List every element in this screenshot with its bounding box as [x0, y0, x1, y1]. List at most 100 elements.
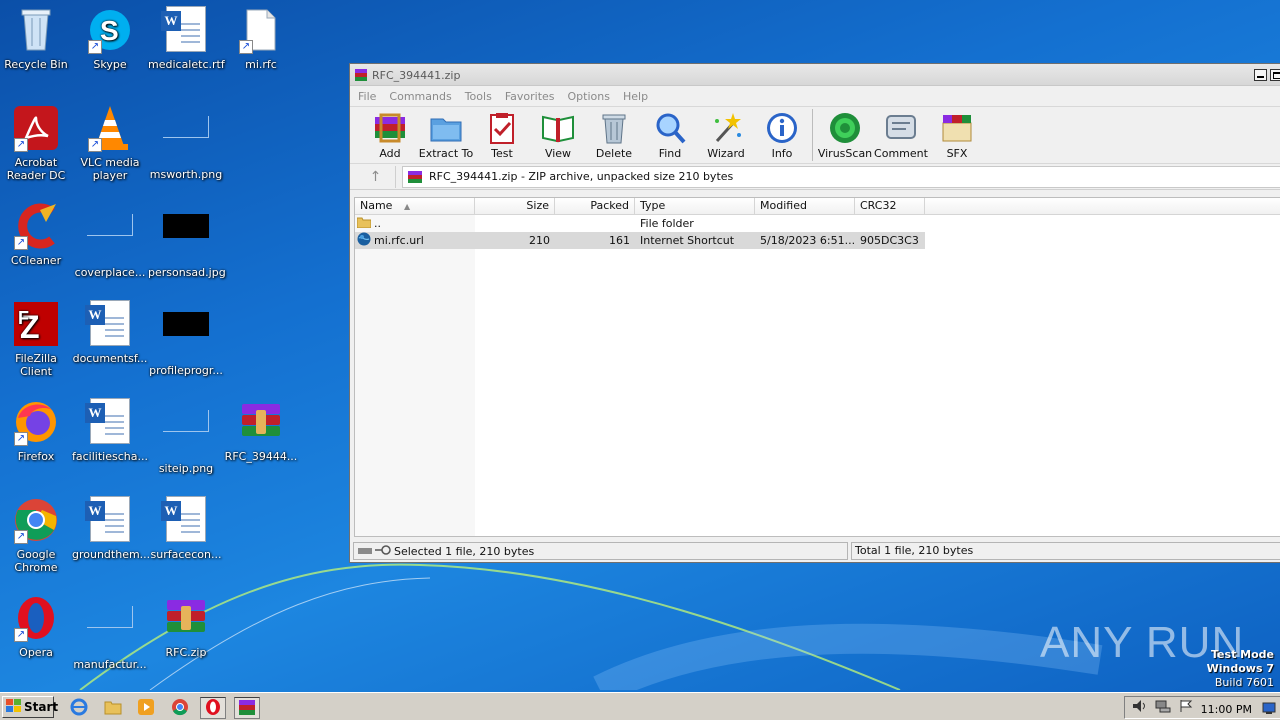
word-document-icon: W [85, 398, 134, 446]
desktop-icon-firefox[interactable]: ↗ Firefox [0, 398, 74, 463]
menu-commands[interactable]: Commands [389, 90, 451, 103]
winrar-app-icon [354, 68, 368, 82]
column-header-packed[interactable]: Packed [555, 198, 635, 214]
desktop-icon-siteip[interactable]: siteip.png [148, 398, 224, 475]
menu-file[interactable]: File [358, 90, 376, 103]
clock[interactable]: 11:00 PM [1201, 703, 1252, 716]
menu-tools[interactable]: Tools [465, 90, 492, 103]
desktop-icon-msworth[interactable]: msworth.png [148, 104, 224, 181]
column-header-type[interactable]: Type [635, 198, 755, 214]
taskbar-explorer-button[interactable] [100, 697, 126, 719]
speaker-icon[interactable] [1131, 699, 1147, 716]
folder-icon [104, 699, 122, 718]
comment-icon [884, 111, 918, 145]
desktop-icon-recycle-bin[interactable]: Recycle Bin [0, 6, 74, 71]
winrar-archive-icon [237, 398, 285, 446]
desktop-icon-skype[interactable]: S ↗ Skype [72, 6, 148, 71]
delete-button[interactable]: Delete [586, 107, 642, 160]
start-button[interactable]: Start [2, 696, 58, 718]
desktop-icon-label: FileZilla Client [15, 352, 57, 378]
opera-icon [204, 698, 222, 719]
globe-icon [357, 232, 371, 249]
desktop-icon-chrome[interactable]: ↗ Google Chrome [0, 496, 74, 574]
desktop-icon-profileprogr[interactable]: profileprogr... [148, 300, 224, 377]
chrome-icon [171, 698, 189, 719]
file-type: File folder [640, 217, 694, 230]
window-title: RFC_394441.zip [372, 69, 461, 82]
image-thumbnail-icon [162, 312, 210, 360]
minimize-button[interactable] [1254, 69, 1267, 81]
maximize-button[interactable] [1270, 69, 1280, 81]
table-row[interactable]: .. File folder [355, 215, 1280, 232]
file-type: Internet Shortcut [640, 234, 735, 247]
desktop-icon-label: mi.rfc [245, 58, 277, 71]
archive-path-field[interactable]: RFC_394441.zip - ZIP archive, unpacked s… [402, 165, 1280, 188]
window-titlebar[interactable]: RFC_394441.zip [350, 64, 1280, 86]
column-header-crc32[interactable]: CRC32 [855, 198, 925, 214]
winrar-window[interactable]: RFC_394441.zip File Commands Tools Favor… [349, 63, 1280, 563]
status-total-text: Total 1 file, 210 bytes [851, 542, 1280, 560]
info-icon [765, 111, 799, 145]
taskbar-media-button[interactable] [133, 697, 159, 719]
image-file-icon [162, 410, 210, 458]
taskbar: Start 11:00 PM [0, 692, 1280, 720]
desktop-icon-ccleaner[interactable]: ↗ CCleaner [0, 202, 74, 267]
comment-button[interactable]: Comment [873, 107, 929, 160]
find-button[interactable]: Find [642, 107, 698, 160]
view-button[interactable]: View [530, 107, 586, 160]
test-button[interactable]: Test [474, 107, 530, 160]
taskbar-ie-button[interactable] [66, 697, 92, 719]
drive-icon[interactable] [358, 545, 372, 558]
info-button[interactable]: Info [754, 107, 810, 160]
file-list[interactable]: Name ▲ Size Packed Type Modified CRC32 .… [354, 197, 1280, 537]
column-header-size[interactable]: Size [475, 198, 555, 214]
column-header-modified[interactable]: Modified [755, 198, 855, 214]
desktop-icon-manufactur[interactable]: manufactur... [72, 594, 148, 671]
extract-to-button[interactable]: Extract To [418, 107, 474, 160]
image-file-icon [86, 214, 134, 262]
taskbar-chrome-button[interactable] [167, 697, 193, 719]
comment-label: Comment [874, 147, 928, 160]
desktop-icon-medicaletc[interactable]: W medicaletc.rtf [148, 6, 225, 71]
test-label: Test [491, 147, 513, 160]
virus-scan-icon [828, 111, 862, 145]
desktop-icon-personsad[interactable]: personsad.jpg [148, 202, 226, 279]
word-document-icon: W [85, 300, 134, 348]
status-bar: Selected 1 file, 210 bytes Total 1 file,… [350, 541, 1280, 561]
desktop-icon-label: RFC.zip [165, 646, 207, 659]
network-icon[interactable] [1155, 699, 1171, 716]
desktop-icon-documentsf[interactable]: W documentsf... [72, 300, 148, 365]
menu-options[interactable]: Options [568, 90, 610, 103]
key-icon[interactable] [375, 544, 391, 558]
desktop-icon-label: manufactur... [73, 658, 147, 671]
desktop-icon-acrobat[interactable]: ↗ Acrobat Reader DC [0, 104, 74, 182]
desktop-icon-label: coverplace... [74, 266, 146, 279]
desktop-icon-rfc-394441[interactable]: RFC_39444... [223, 398, 299, 463]
show-desktop-icon[interactable] [1262, 701, 1276, 718]
desktop-icon-vlc[interactable]: ↗ VLC media player [72, 104, 148, 182]
taskbar-winrar-button[interactable] [234, 697, 260, 719]
menu-favorites[interactable]: Favorites [505, 90, 555, 103]
desktop-icon-label: Skype [93, 58, 127, 71]
desktop-icon-rfc-zip[interactable]: RFC.zip [148, 594, 224, 659]
action-center-flag-icon[interactable] [1179, 699, 1193, 716]
desktop-icon-mi-rfc[interactable]: ↗ mi.rfc [223, 6, 299, 71]
table-row-selected[interactable]: mi.rfc.url 210 161 Internet Shortcut 5/1… [355, 232, 925, 249]
desktop-icon-surfacecon[interactable]: W surfacecon... [148, 496, 224, 561]
desktop-icon-facilitiescha[interactable]: W facilitiescha... [72, 398, 148, 463]
sfx-button[interactable]: SFX [929, 107, 985, 160]
menu-help[interactable]: Help [623, 90, 648, 103]
desktop-icon-opera[interactable]: ↗ Opera [0, 594, 74, 659]
desktop-icon-filezilla[interactable]: ZF FileZilla Client [0, 300, 74, 378]
up-one-level-button[interactable]: ↑ [356, 165, 396, 188]
add-button[interactable]: Add [362, 107, 418, 160]
magnifier-icon [653, 111, 687, 145]
taskbar-opera-button[interactable] [200, 697, 226, 719]
wizard-button[interactable]: Wizard [698, 107, 754, 160]
virusscan-button[interactable]: VirusScan [817, 107, 873, 160]
file-modified: 5/18/2023 6:51... [760, 234, 855, 247]
desktop-icon-coverplace[interactable]: coverplace... [72, 202, 148, 279]
column-header-name[interactable]: Name ▲ [355, 198, 475, 214]
windows-logo-icon [6, 698, 22, 716]
desktop-icon-groundthem[interactable]: W groundthem... [72, 496, 150, 561]
